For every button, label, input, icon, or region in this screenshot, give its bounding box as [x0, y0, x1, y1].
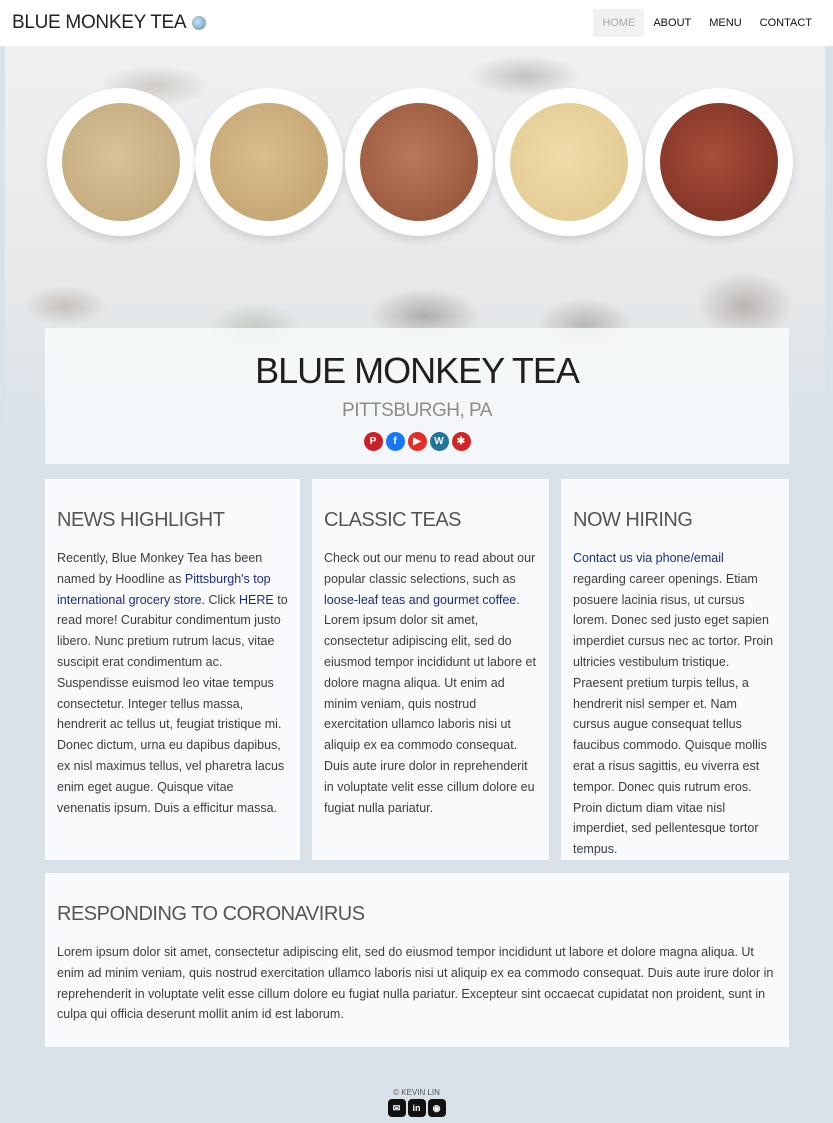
- tea-cup-image: [195, 88, 343, 236]
- youtube-icon[interactable]: ▶: [407, 432, 427, 451]
- nav-link-about[interactable]: ABOUT: [644, 9, 700, 37]
- facebook-icon[interactable]: f: [385, 432, 405, 451]
- tea-cup-image: [645, 88, 793, 236]
- classic-text-part: Check out our menu to read about our pop…: [324, 551, 536, 586]
- now-hiring-card: NOW HIRING Contact us via phone/email re…: [561, 479, 789, 860]
- yelp-icon[interactable]: ✱: [451, 432, 471, 451]
- news-highlight-card: NEWS HIGHLIGHT Recently, Blue Monkey Tea…: [45, 479, 300, 860]
- coronavirus-title: RESPONDING TO CORONAVIRUS: [57, 903, 365, 925]
- tea-cup-image: [345, 88, 493, 236]
- now-hiring-text: Contact us via phone/email regarding car…: [573, 548, 777, 860]
- read-more-here-link[interactable]: HERE: [239, 593, 274, 607]
- news-text-part: to read more! Curabitur condimentum just…: [57, 592, 288, 815]
- news-text-part: Click: [205, 592, 240, 607]
- nav-link-contact[interactable]: CONTACT: [751, 9, 821, 37]
- coronavirus-text: Lorem ipsum dolor sit amet, consectetur …: [57, 945, 774, 1022]
- now-hiring-title: NOW HIRING: [573, 509, 693, 531]
- nav-link-home[interactable]: HOME: [593, 9, 645, 37]
- email-icon[interactable]: ✉: [387, 1099, 406, 1117]
- social-links: P f ▶ W ✱: [45, 432, 789, 451]
- loose-leaf-teas-link[interactable]: loose-leaf teas and gourmet coffee.: [324, 593, 520, 607]
- linkedin-icon[interactable]: in: [407, 1099, 426, 1117]
- nav-link-menu[interactable]: MENU: [700, 9, 750, 37]
- wordpress-icon[interactable]: W: [429, 432, 449, 451]
- copyright-text: © KEVIN LIN: [393, 1088, 440, 1097]
- footer-social-links: ✉ in ◉: [0, 1099, 833, 1117]
- news-highlight-title: NEWS HIGHLIGHT: [57, 509, 225, 531]
- pinterest-icon[interactable]: P: [363, 432, 383, 451]
- coronavirus-card: RESPONDING TO CORONAVIRUS Lorem ipsum do…: [45, 873, 789, 1047]
- page-subtitle: PITTSBURGH, PA: [342, 400, 492, 421]
- nav-links: HOME ABOUT MENU CONTACT: [593, 0, 821, 46]
- contact-phone-email-link[interactable]: Contact us via phone/email: [573, 551, 724, 565]
- blue-teacup-logo-icon: [192, 16, 207, 30]
- classic-teas-card: CLASSIC TEAS Check out our menu to read …: [312, 479, 549, 860]
- hiring-text-part: regarding career openings. Etiam posuere…: [573, 571, 774, 857]
- github-icon[interactable]: ◉: [427, 1099, 446, 1117]
- tea-cup-image: [47, 88, 195, 236]
- tea-cup-image: [495, 88, 643, 236]
- classic-text-part: Lorem ipsum dolor sit amet, consectetur …: [324, 613, 536, 815]
- classic-teas-title: CLASSIC TEAS: [324, 509, 462, 531]
- page-title: BLUE MONKEY TEA: [255, 350, 580, 391]
- brand-link[interactable]: BLUE MONKEY TEA: [12, 12, 207, 34]
- footer: © KEVIN LIN ✉ in ◉: [0, 1088, 833, 1117]
- hero-title-panel: BLUE MONKEY TEA PITTSBURGH, PA P f ▶ W ✱: [45, 328, 789, 464]
- classic-teas-text: Check out our menu to read about our pop…: [324, 548, 537, 818]
- top-navbar: BLUE MONKEY TEA HOME ABOUT MENU CONTACT: [0, 0, 833, 46]
- brand-name: BLUE MONKEY TEA: [12, 12, 187, 33]
- news-highlight-text: Recently, Blue Monkey Tea has been named…: [57, 548, 288, 818]
